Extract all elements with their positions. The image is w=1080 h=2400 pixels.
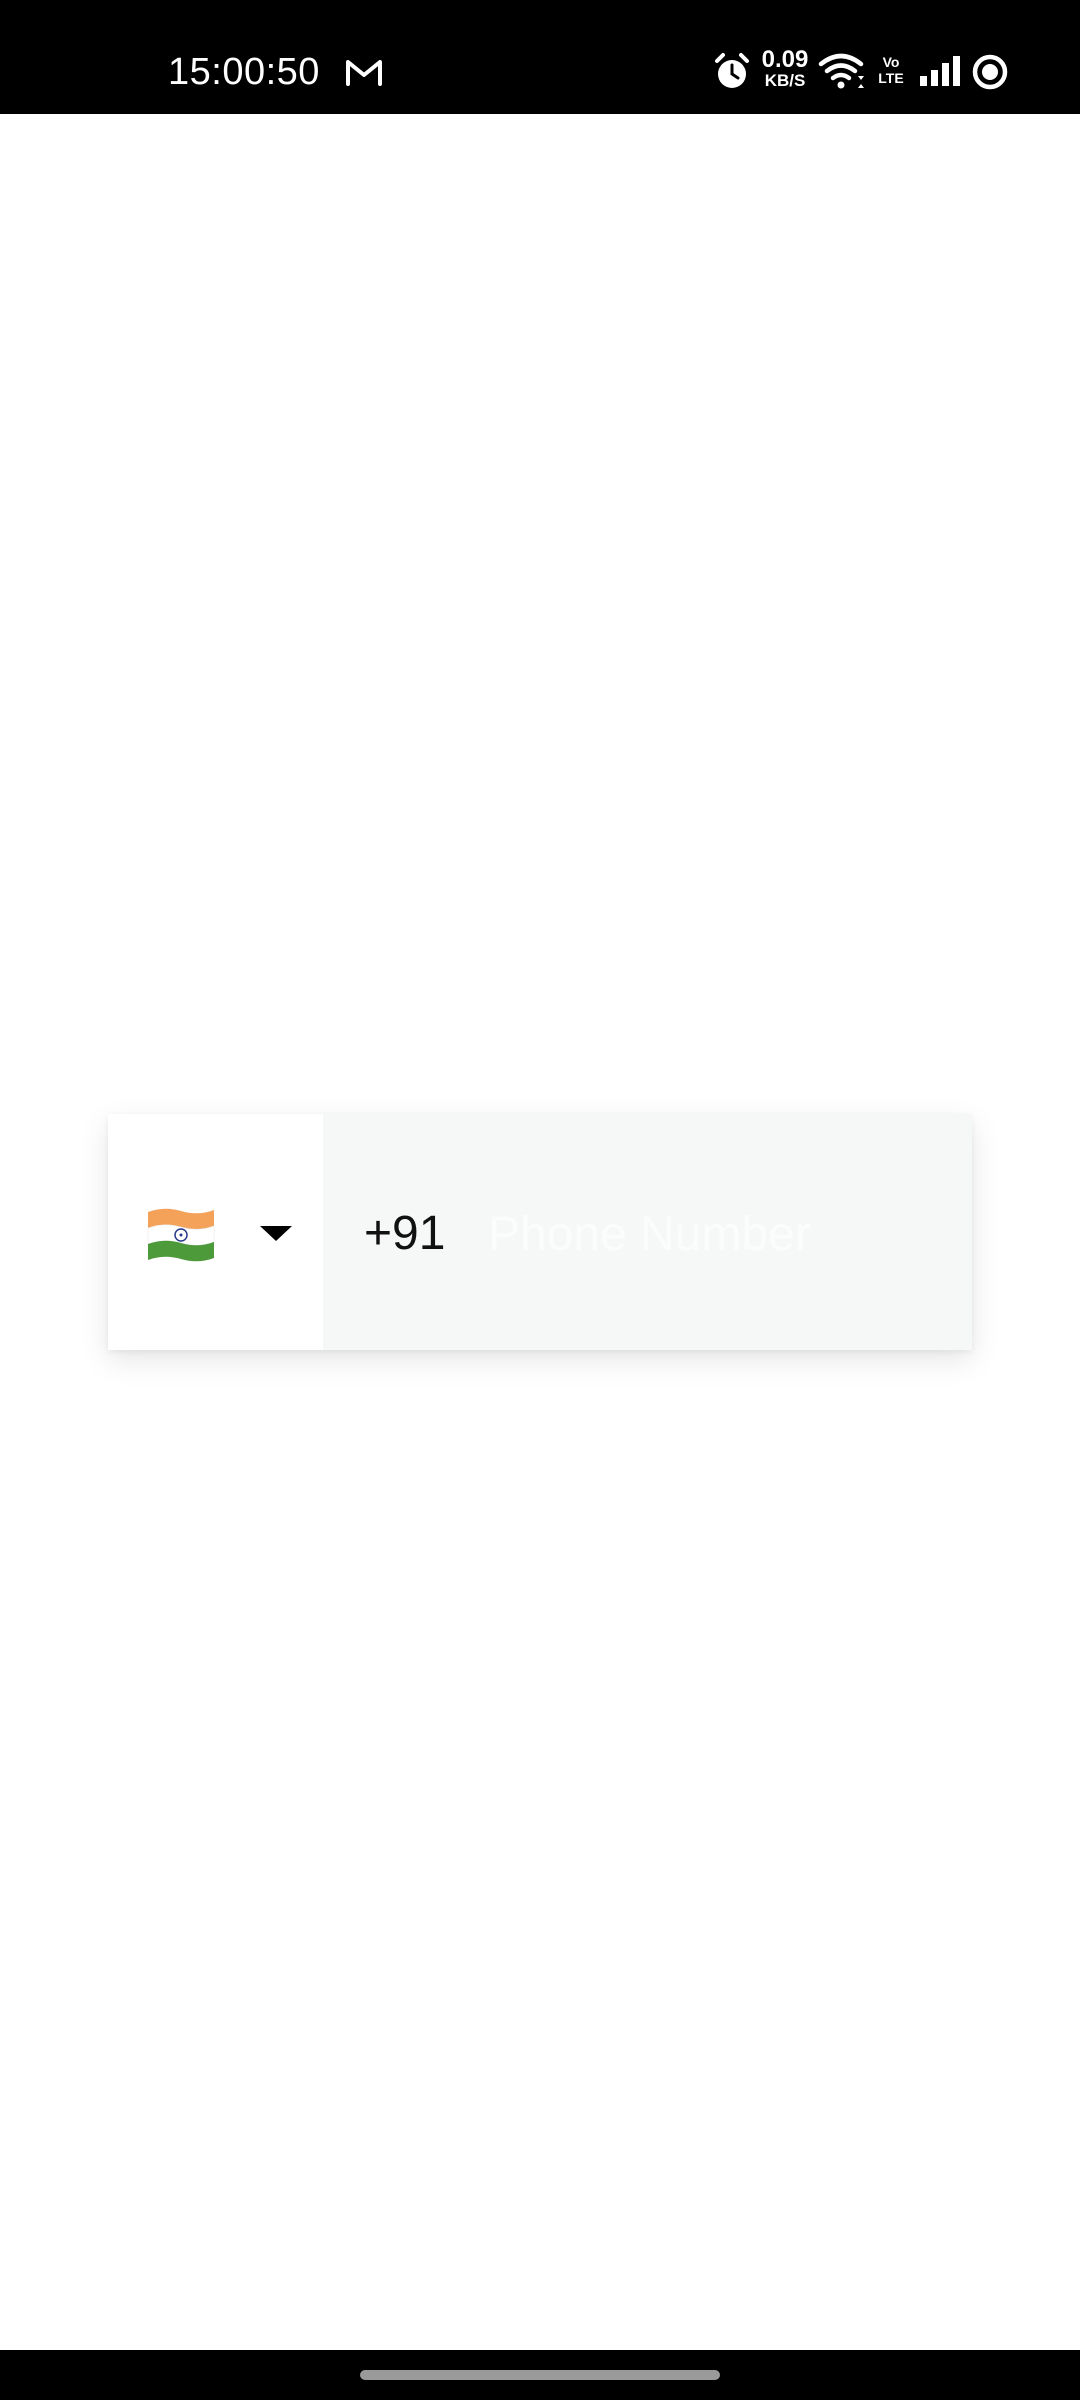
- network-speed-value: 0.09: [761, 46, 809, 73]
- dial-code: +91: [364, 1207, 446, 1260]
- home-gesture-handle[interactable]: [360, 2370, 720, 2380]
- india-flag-icon: [147, 1208, 215, 1262]
- ring-icon: [972, 54, 1008, 90]
- network-speed: 0.09 KB/S: [757, 48, 813, 90]
- country-picker[interactable]: [108, 1114, 323, 1350]
- alarm-icon: [715, 53, 749, 88]
- navigation-bar: [0, 2350, 1080, 2400]
- network-speed-unit: KB/S: [764, 71, 806, 90]
- wifi-icon: [818, 53, 864, 89]
- signal-icon: [920, 56, 960, 86]
- volte-icon: Vo LTE: [876, 54, 906, 86]
- status-icons: 0.09 KB/S Vo LTE: [0, 0, 1080, 114]
- phone-number-input[interactable]: [488, 1196, 948, 1272]
- volte-top: Vo: [882, 54, 900, 70]
- chevron-down-icon[interactable]: [260, 1226, 292, 1241]
- volte-bottom: LTE: [878, 70, 904, 86]
- status-bar: 15:00:50 0.09 KB/S Vo LTE: [0, 0, 1080, 114]
